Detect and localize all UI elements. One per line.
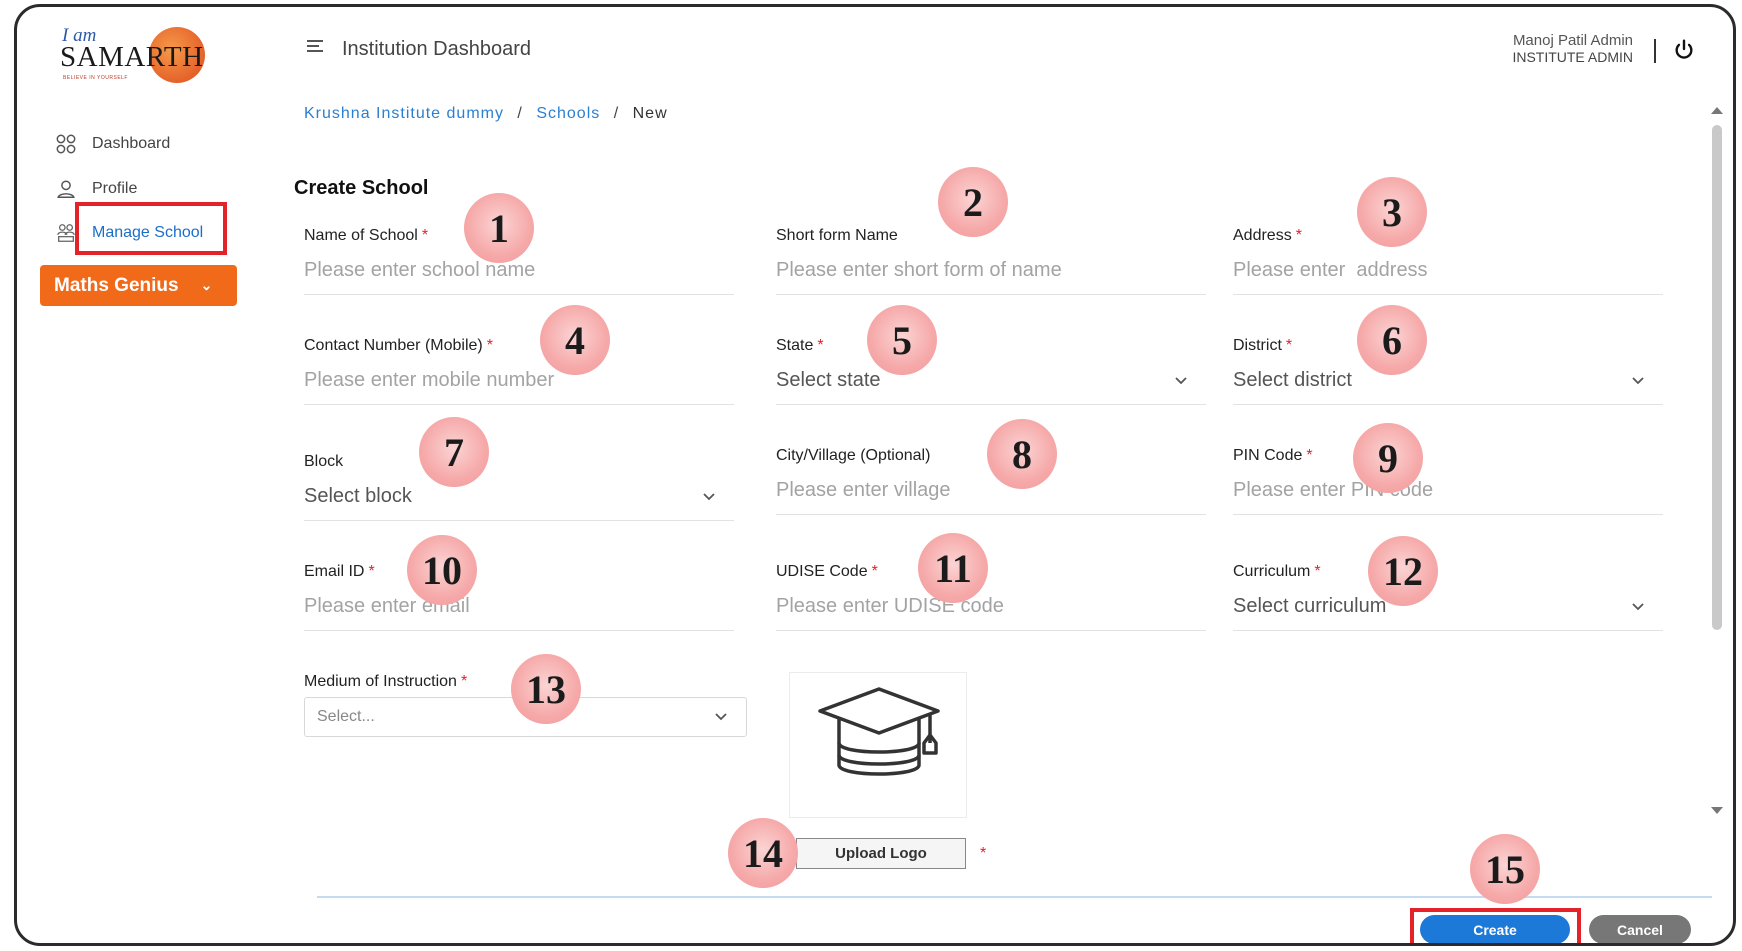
field-label: Address * [1233, 227, 1302, 244]
user-info: Manoj Patil Admin INSTITUTE ADMIN [1512, 32, 1633, 66]
upload-logo-button[interactable]: Upload Logo [796, 838, 966, 869]
breadcrumb-separator: / [613, 105, 620, 122]
field-curriculum: Curriculum * Select curriculum [1233, 563, 1663, 631]
app-title: Institution Dashboard [342, 38, 532, 60]
sidebar-item-label: Profile [92, 180, 138, 197]
page-title: Create School [294, 177, 429, 199]
logo-tagline: BELIEVE IN YOURSELF [63, 75, 128, 81]
state-select-value: Select state [776, 369, 881, 391]
field-label: Curriculum * [1233, 563, 1321, 580]
field-label: UDISE Code * [776, 563, 878, 580]
callout-badge: 10 [407, 535, 477, 605]
medium-select-value: Select... [317, 708, 375, 725]
field-label: PIN Code * [1233, 447, 1313, 464]
breadcrumb-separator: / [517, 105, 523, 122]
sidebar-item-label: Dashboard [92, 135, 171, 152]
callout-badge: 8 [987, 419, 1057, 489]
scrollbar-thumb[interactable] [1712, 125, 1722, 630]
callout-badge: 11 [918, 533, 988, 603]
short-name-input[interactable] [776, 245, 1206, 295]
scroll-down-arrow-icon[interactable] [1711, 807, 1723, 814]
program-label: Maths Genius [54, 274, 179, 296]
field-pin: PIN Code * [1233, 447, 1663, 515]
program-dropdown-button[interactable]: Maths Genius ⌄ [40, 265, 237, 306]
village-input[interactable] [776, 465, 1206, 515]
breadcrumb-current: New [632, 105, 668, 122]
callout-badge: 13 [511, 654, 581, 724]
field-email: Email ID * [304, 563, 734, 631]
block-select[interactable]: Select block [304, 471, 734, 521]
user-icon [57, 180, 75, 198]
field-short-name: Short form Name [776, 227, 1206, 295]
field-label: State * [776, 337, 824, 354]
field-state: State * Select state [776, 337, 1206, 405]
cancel-button[interactable]: Cancel [1589, 915, 1691, 943]
curriculum-select-value: Select curriculum [1233, 595, 1387, 617]
callout-badge: 6 [1357, 305, 1427, 375]
breadcrumb-institute-link[interactable]: Krushna Institute dummy [304, 105, 504, 122]
app-window: I am SAMARTH BELIEVE IN YOURSELF Institu… [14, 4, 1736, 946]
sidebar-item-profile[interactable]: Profile [55, 178, 137, 200]
hamburger-menu-icon[interactable] [307, 40, 323, 55]
field-district: District * Select district [1233, 337, 1663, 405]
logo-brand-text: SAMARTH [60, 41, 204, 73]
field-address: Address * [1233, 227, 1663, 295]
breadcrumb: Krushna Institute dummy / Schools / New [304, 105, 668, 123]
district-select-value: Select district [1233, 369, 1352, 391]
scroll-up-arrow-icon[interactable] [1711, 107, 1723, 114]
highlight-box-manage-school [75, 202, 227, 255]
callout-badge: 3 [1357, 177, 1427, 247]
required-asterisk: * [980, 845, 987, 862]
block-select-value: Select block [304, 485, 412, 507]
user-role: INSTITUTE ADMIN [1512, 49, 1633, 65]
breadcrumb-schools-link[interactable]: Schools [536, 105, 600, 122]
samarth-logo[interactable]: I am SAMARTH BELIEVE IN YOURSELF [57, 25, 217, 87]
udise-input[interactable] [776, 581, 1206, 631]
field-block: Block Select block [304, 453, 734, 521]
sidebar-item-dashboard[interactable]: Dashboard [55, 133, 170, 155]
field-label: Block [304, 453, 344, 470]
chevron-down-icon [715, 713, 727, 721]
chevron-down-icon: ⌄ [200, 277, 213, 293]
graduation-cap-icon [818, 687, 940, 776]
grid-icon [56, 134, 76, 154]
header-divider [1654, 39, 1656, 63]
curriculum-select[interactable]: Select curriculum [1233, 581, 1663, 631]
callout-badge: 7 [419, 417, 489, 487]
callout-badge: 2 [938, 167, 1008, 237]
callout-badge: 12 [1368, 536, 1438, 606]
chevron-down-icon [1632, 376, 1644, 384]
highlight-box-create [1410, 908, 1581, 943]
state-select[interactable]: Select state [776, 355, 1206, 405]
field-label: District * [1233, 337, 1293, 354]
power-icon[interactable] [1673, 38, 1695, 60]
user-name: Manoj Patil Admin [1512, 32, 1633, 49]
callout-badge: 15 [1470, 834, 1540, 904]
chevron-down-icon [1632, 602, 1644, 610]
chevron-down-icon [703, 492, 715, 500]
callout-badge: 4 [540, 305, 610, 375]
district-select[interactable]: Select district [1233, 355, 1663, 405]
logo-preview [789, 672, 967, 818]
pin-input[interactable] [1233, 465, 1663, 515]
callout-badge: 5 [867, 305, 937, 375]
mobile-input[interactable] [304, 355, 734, 405]
chevron-down-icon [1175, 376, 1187, 384]
field-label: Email ID * [304, 563, 375, 580]
email-input[interactable] [304, 581, 734, 631]
callout-badge: 14 [728, 818, 798, 888]
callout-badge: 9 [1353, 423, 1423, 493]
address-input[interactable] [1233, 245, 1663, 295]
field-udise: UDISE Code * [776, 563, 1206, 631]
field-contact: Contact Number (Mobile) * [304, 337, 734, 405]
callout-badge: 1 [464, 193, 534, 263]
school-users-icon [57, 224, 75, 242]
field-label: Contact Number (Mobile) * [304, 337, 493, 354]
